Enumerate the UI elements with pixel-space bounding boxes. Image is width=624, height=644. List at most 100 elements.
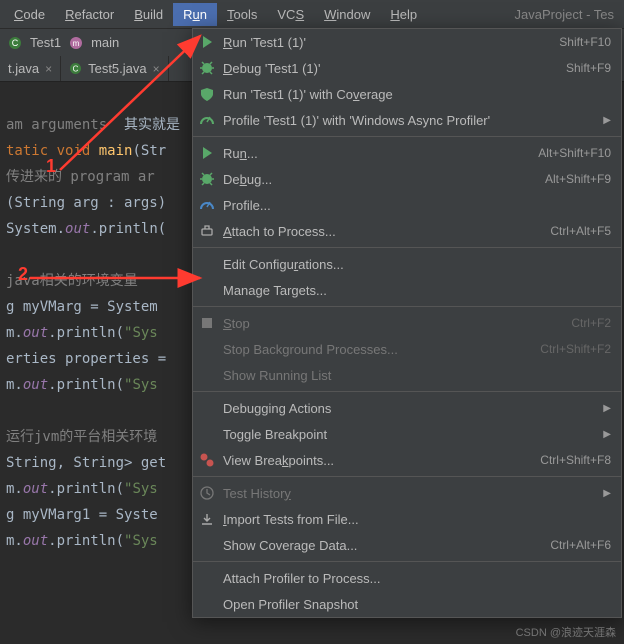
blank-icon — [199, 256, 215, 272]
tab-label: t.java — [8, 61, 39, 76]
menu-show-coverage[interactable]: Show Coverage Data... Ctrl+Alt+F6 — [193, 532, 621, 558]
gauge-icon — [199, 197, 215, 213]
menu-stop-bg: Stop Background Processes... Ctrl+Shift+… — [193, 336, 621, 362]
clock-icon — [199, 485, 215, 501]
shield-icon — [199, 86, 215, 102]
play-icon — [199, 34, 215, 50]
menu-label: Edit Configurations... — [223, 257, 611, 272]
menu-shortcut: Shift+F10 — [559, 35, 611, 49]
menu-refactor[interactable]: Refactor — [55, 3, 124, 26]
menu-show-running: Show Running List — [193, 362, 621, 388]
menu-label: Run 'Test1 (1)' — [223, 35, 551, 50]
blank-icon — [199, 537, 215, 553]
menu-separator — [193, 306, 621, 307]
svg-text:m: m — [73, 39, 80, 48]
menu-label: Run... — [223, 146, 530, 161]
run-dropdown-menu: Run 'Test1 (1)' Shift+F10 Debug 'Test1 (… — [192, 28, 622, 618]
blank-icon — [199, 282, 215, 298]
tab-label: Test5.java — [88, 61, 147, 76]
chevron-right-icon: ▶ — [603, 403, 611, 414]
menu-view-breakpoints[interactable]: View Breakpoints... Ctrl+Shift+F8 — [193, 447, 621, 473]
menu-separator — [193, 391, 621, 392]
menu-profile-dots[interactable]: Profile... — [193, 192, 621, 218]
menu-label: Stop — [223, 316, 563, 331]
menu-label: Debug 'Test1 (1)' — [223, 61, 558, 76]
chevron-right-icon: ▶ — [603, 429, 611, 440]
java-file-icon: C — [69, 62, 82, 75]
menu-label: Show Running List — [223, 368, 611, 383]
menu-run-coverage[interactable]: Run 'Test1 (1)' with Coverage — [193, 81, 621, 107]
gauge-icon — [199, 112, 215, 128]
menu-label: Attach Profiler to Process... — [223, 571, 611, 586]
svg-text:C: C — [73, 65, 79, 74]
blank-icon — [199, 596, 215, 612]
menu-shortcut: Ctrl+Alt+F5 — [550, 224, 611, 238]
menu-shortcut: Ctrl+Shift+F2 — [540, 342, 611, 356]
menu-label: Toggle Breakpoint — [223, 427, 595, 442]
menu-window[interactable]: Window — [314, 3, 380, 26]
menu-label: Open Profiler Snapshot — [223, 597, 611, 612]
menu-profile-test1[interactable]: Profile 'Test1 (1)' with 'Windows Async … — [193, 107, 621, 133]
menu-shortcut: Ctrl+Shift+F8 — [540, 453, 611, 467]
menu-label: Stop Background Processes... — [223, 342, 532, 357]
menu-label: Show Coverage Data... — [223, 538, 542, 553]
class-icon: C — [8, 36, 22, 50]
menu-shortcut: Shift+F9 — [566, 61, 611, 75]
menu-label: Debugging Actions — [223, 401, 595, 416]
menu-open-profiler-snapshot[interactable]: Open Profiler Snapshot — [193, 591, 621, 617]
menu-label: View Breakpoints... — [223, 453, 532, 468]
bug-icon — [199, 171, 215, 187]
menu-help[interactable]: Help — [380, 3, 427, 26]
menubar: Code Refactor Build Run Tools VCS Window… — [0, 0, 624, 28]
menu-label: Attach to Process... — [223, 224, 542, 239]
menu-label: Test History — [223, 486, 595, 501]
menu-toggle-breakpoint[interactable]: Toggle Breakpoint ▶ — [193, 421, 621, 447]
menu-import-tests[interactable]: Import Tests from File... — [193, 506, 621, 532]
menu-shortcut: Alt+Shift+F9 — [545, 172, 611, 186]
menu-run-test1[interactable]: Run 'Test1 (1)' Shift+F10 — [193, 29, 621, 55]
window-title: JavaProject - Tes — [515, 7, 620, 22]
menu-label: Run 'Test1 (1)' with Coverage — [223, 87, 611, 102]
close-icon[interactable]: × — [45, 62, 52, 76]
menu-attach-profiler[interactable]: Attach Profiler to Process... — [193, 565, 621, 591]
menu-debug-test1[interactable]: Debug 'Test1 (1)' Shift+F9 — [193, 55, 621, 81]
menu-label: Profile 'Test1 (1)' with 'Windows Async … — [223, 113, 595, 128]
breakpoints-icon — [199, 452, 215, 468]
menu-separator — [193, 561, 621, 562]
breadcrumb-class[interactable]: Test1 — [30, 35, 61, 50]
blank-icon — [199, 341, 215, 357]
menu-debug-dots[interactable]: Debug... Alt+Shift+F9 — [193, 166, 621, 192]
menu-label: Profile... — [223, 198, 611, 213]
blank-icon — [199, 570, 215, 586]
watermark: CSDN @浪迹天涯森 — [516, 624, 616, 640]
close-icon[interactable]: × — [153, 62, 160, 76]
menu-debugging-actions[interactable]: Debugging Actions ▶ — [193, 395, 621, 421]
blank-icon — [199, 400, 215, 416]
play-icon — [199, 145, 215, 161]
tab-t-java[interactable]: t.java × — [0, 56, 61, 81]
menu-tools[interactable]: Tools — [217, 3, 267, 26]
bug-icon — [199, 60, 215, 76]
stop-icon — [199, 315, 215, 331]
menu-manage-targets[interactable]: Manage Targets... — [193, 277, 621, 303]
menu-edit-configurations[interactable]: Edit Configurations... — [193, 251, 621, 277]
blank-icon — [199, 367, 215, 383]
breadcrumb-method[interactable]: main — [91, 35, 119, 50]
menu-run[interactable]: Run — [173, 3, 217, 26]
chevron-right-icon: ▶ — [603, 488, 611, 499]
menu-vcs[interactable]: VCS — [267, 3, 314, 26]
menu-attach-process[interactable]: Attach to Process... Ctrl+Alt+F5 — [193, 218, 621, 244]
tab-test5-java[interactable]: C Test5.java × — [61, 56, 169, 81]
attach-icon — [199, 223, 215, 239]
menu-build[interactable]: Build — [124, 3, 173, 26]
import-icon — [199, 511, 215, 527]
menu-run-dots[interactable]: Run... Alt+Shift+F10 — [193, 140, 621, 166]
menu-shortcut: Ctrl+F2 — [571, 316, 611, 330]
method-icon: m — [69, 36, 83, 50]
menu-separator — [193, 476, 621, 477]
menu-separator — [193, 247, 621, 248]
menu-code[interactable]: Code — [4, 3, 55, 26]
menu-test-history: Test History ▶ — [193, 480, 621, 506]
menu-shortcut: Alt+Shift+F10 — [538, 146, 611, 160]
chevron-right-icon: ▶ — [603, 115, 611, 126]
